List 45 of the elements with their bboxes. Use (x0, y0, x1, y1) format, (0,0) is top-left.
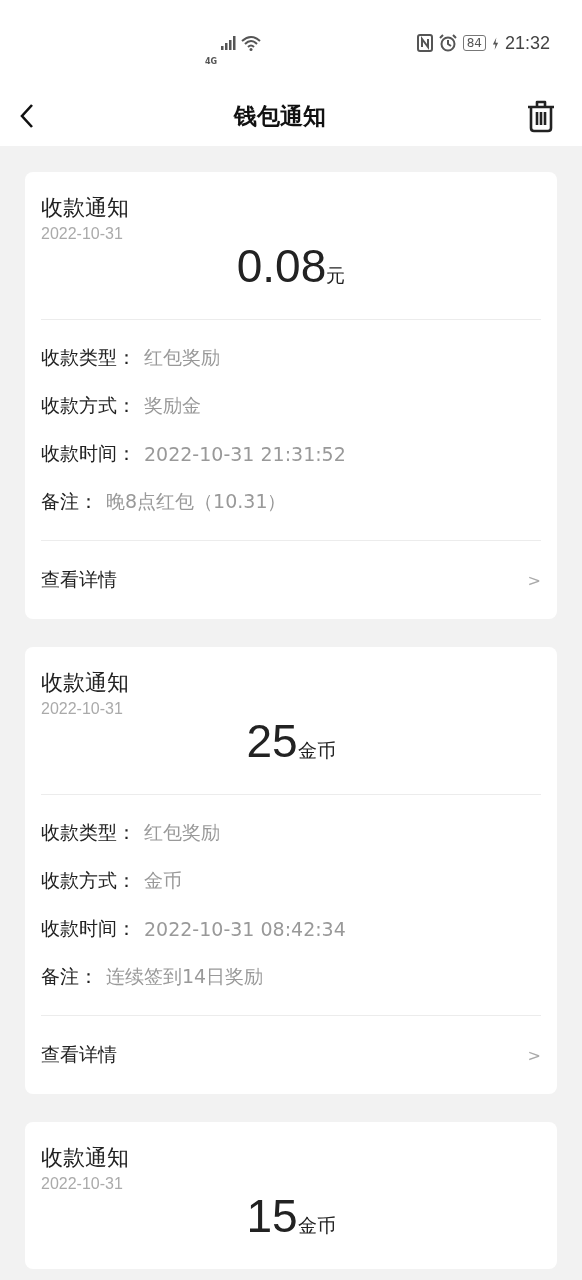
field-label: 备注： (41, 489, 98, 514)
trash-icon[interactable] (526, 99, 556, 133)
amount-value: 15 (246, 1190, 298, 1242)
amount-unit: 金币 (297, 739, 336, 761)
field-value: 金币 (144, 868, 182, 893)
amount-value: 0.08 (236, 240, 327, 292)
nfc-icon (416, 34, 433, 52)
page-title: 钱包通知 (234, 101, 326, 131)
card-date: 2022-10-31 (41, 224, 124, 244)
wifi-icon (241, 35, 262, 51)
field-value: 2022-10-31 21:31:52 (144, 443, 346, 465)
network-type: 4G (205, 56, 218, 66)
alarm-icon (438, 34, 457, 52)
field-label: 备注： (41, 964, 98, 989)
back-icon[interactable] (20, 103, 34, 129)
field-value: 晚8点红包（10.31） (106, 489, 287, 514)
chevron-icon: > (527, 570, 541, 590)
field-value: 奖励金 (144, 393, 201, 418)
card-date: 2022-10-31 (41, 1174, 124, 1194)
card-date: 2022-10-31 (41, 699, 124, 719)
view-details-row[interactable]: 查看详情 > (41, 541, 541, 619)
field-value: 红包奖励 (144, 820, 220, 845)
view-details-link[interactable]: 查看详情 (41, 1042, 117, 1068)
card-title: 收款通知 (41, 1144, 130, 1172)
card-title: 收款通知 (41, 669, 130, 697)
field-value: 红包奖励 (144, 345, 220, 370)
amount-value: 25 (246, 715, 298, 767)
amount-unit: 元 (326, 264, 346, 286)
field-value: 2022-10-31 08:42:34 (144, 918, 346, 940)
field-label: 收款类型： (41, 345, 136, 370)
field-label: 收款方式： (41, 868, 136, 893)
view-details-link[interactable]: 查看详情 (41, 567, 117, 593)
field-label: 收款时间： (41, 916, 136, 941)
card-title: 收款通知 (41, 194, 130, 222)
charging-icon (491, 36, 499, 50)
chevron-icon: > (527, 1045, 541, 1065)
field-label: 收款时间： (41, 441, 136, 466)
status-time: 21:32 (504, 32, 550, 54)
field-label: 收款方式： (41, 393, 136, 418)
view-details-row[interactable]: 查看详情 > (41, 1016, 541, 1094)
signal-icon (221, 36, 238, 50)
amount-unit: 金币 (297, 1214, 336, 1236)
field-label: 收款类型： (41, 820, 136, 845)
battery-level: 84 (462, 35, 486, 51)
field-value: 连续签到14日奖励 (106, 964, 264, 989)
